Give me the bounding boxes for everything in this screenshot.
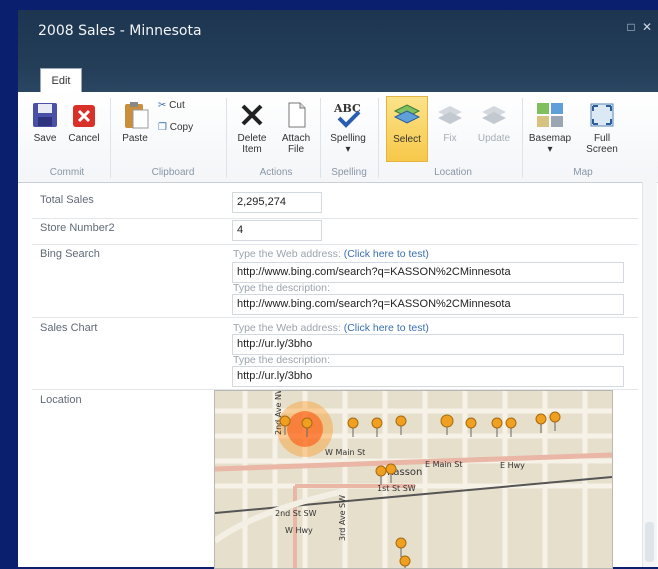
scrollbar-thumb[interactable] xyxy=(645,522,654,562)
window-controls: □ ✕ xyxy=(623,20,652,34)
bing-address-hint-text: Type the Web address: xyxy=(233,248,341,260)
tab-edit[interactable]: Edit xyxy=(40,68,82,93)
window-title: 2008 Sales - Minnesota xyxy=(38,23,202,39)
map-label-1st-st-sw: 1st St SW xyxy=(377,484,416,493)
group-label-actions: Actions xyxy=(259,167,293,178)
total-sales-input[interactable]: 2,295,274 xyxy=(232,192,322,213)
bing-url-input[interactable]: http://www.bing.com/search?q=KASSON%2CMi… xyxy=(232,262,624,283)
group-separator xyxy=(320,98,321,178)
store-number-label: Store Number2 xyxy=(40,222,115,234)
group-label-location: Location xyxy=(434,167,472,178)
group-label-clipboard: Clipboard xyxy=(151,167,195,178)
update-button[interactable]: Update xyxy=(472,100,516,144)
map-label-2nd-ave-nw: 2nd Ave NW xyxy=(274,391,283,435)
fix-label: Fix xyxy=(443,133,457,144)
map-label-w-main-st: W Main St xyxy=(325,448,365,457)
selection-highlight xyxy=(287,411,323,447)
bing-address-hint: Type the Web address: (Click here to tes… xyxy=(233,248,429,260)
row-divider xyxy=(32,317,638,318)
copy-button[interactable]: ❐ Copy xyxy=(158,122,193,133)
attach-label-line2: File xyxy=(287,144,305,155)
group-separator xyxy=(226,98,227,178)
save-button[interactable]: Save xyxy=(28,100,62,144)
basemap-button[interactable]: Basemap ▾ xyxy=(526,100,574,155)
attach-file-button[interactable]: Attach File xyxy=(276,100,316,155)
group-separator xyxy=(110,98,111,178)
select-label: Select xyxy=(393,134,421,145)
location-map[interactable]: Kasson 1st St SW 2nd St SW W Main St E M… xyxy=(214,390,613,569)
paste-icon xyxy=(120,100,150,130)
group-separator xyxy=(522,98,523,178)
sales-chart-description-input[interactable]: http://ur.ly/3bho xyxy=(232,366,624,387)
cancel-button[interactable]: Cancel xyxy=(64,100,104,144)
delete-item-button[interactable]: Delete Item xyxy=(232,100,272,155)
save-icon xyxy=(30,100,60,130)
row-divider xyxy=(32,218,638,219)
title-bar: 2008 Sales - Minnesota □ ✕ Edit xyxy=(18,10,658,93)
bing-search-label: Bing Search xyxy=(40,248,100,260)
select-button[interactable]: Select xyxy=(386,96,428,162)
map-label-3rd-ave-sw: 3rd Ave SW xyxy=(338,495,347,541)
spelling-button[interactable]: ABC Spelling ▾ xyxy=(324,100,372,155)
map-label-e-hwy: E Hwy xyxy=(500,461,525,470)
full-screen-label-line2: Screen xyxy=(586,144,618,155)
cancel-label: Cancel xyxy=(68,133,100,144)
spelling-label: Spelling xyxy=(330,133,366,144)
delete-icon xyxy=(237,100,267,130)
cut-label: Cut xyxy=(169,100,185,111)
delete-label-line2: Item xyxy=(242,144,262,155)
ribbon: Save Cancel Paste ✂ Cut ❐ Copy Delete It… xyxy=(18,92,658,183)
map-label-w-hwy: W Hwy xyxy=(285,526,313,535)
bing-description-input[interactable]: http://www.bing.com/search?q=KASSON%2CMi… xyxy=(232,294,624,315)
basemap-icon xyxy=(535,100,565,130)
bing-description-hint: Type the description: xyxy=(233,282,330,294)
map-label-2nd-st-sw: 2nd St SW xyxy=(275,509,317,518)
copy-icon: ❐ xyxy=(158,122,167,133)
attach-label-line1: Attach xyxy=(281,133,311,144)
store-number-input[interactable]: 4 xyxy=(232,220,322,241)
group-label-map: Map xyxy=(573,167,593,178)
bing-test-link[interactable]: (Click here to test) xyxy=(344,248,429,260)
paste-button[interactable]: Paste xyxy=(118,100,152,144)
sales-chart-test-link[interactable]: (Click here to test) xyxy=(344,322,429,334)
full-screen-button[interactable]: Full Screen xyxy=(582,100,622,155)
delete-label-line1: Delete xyxy=(237,133,267,144)
scissors-icon: ✂ xyxy=(158,100,167,111)
group-label-commit: Commit xyxy=(49,167,85,178)
group-separator xyxy=(378,98,379,178)
attach-file-icon xyxy=(281,100,311,130)
sales-chart-label: Sales Chart xyxy=(40,322,98,334)
select-map-icon xyxy=(392,101,422,131)
sales-chart-url-input[interactable]: http://ur.ly/3bho xyxy=(232,334,624,355)
spelling-check-icon: ABC xyxy=(333,100,363,130)
cancel-icon xyxy=(69,100,99,130)
group-label-spelling: Spelling xyxy=(331,167,367,178)
paste-label: Paste xyxy=(122,133,148,144)
fix-button[interactable]: Fix xyxy=(432,100,468,144)
update-icon xyxy=(479,100,509,130)
full-screen-label-line1: Full xyxy=(593,133,611,144)
close-icon[interactable]: ✕ xyxy=(642,20,652,34)
location-label: Location xyxy=(40,394,82,406)
sales-chart-address-hint-text: Type the Web address: xyxy=(233,322,341,334)
save-label: Save xyxy=(33,133,57,144)
update-label: Update xyxy=(477,133,511,144)
total-sales-label: Total Sales xyxy=(40,194,94,206)
sales-chart-address-hint: Type the Web address: (Click here to tes… xyxy=(233,322,429,334)
chevron-down-icon: ▾ xyxy=(547,144,553,155)
sales-chart-description-hint: Type the description: xyxy=(233,354,330,366)
vertical-scrollbar[interactable] xyxy=(642,182,657,567)
chevron-down-icon: ▾ xyxy=(345,144,351,155)
fix-icon xyxy=(435,100,465,130)
full-screen-icon xyxy=(587,100,617,130)
basemap-label: Basemap xyxy=(528,133,572,144)
maximize-icon[interactable]: □ xyxy=(627,20,634,34)
cut-button[interactable]: ✂ Cut xyxy=(158,100,185,111)
copy-label: Copy xyxy=(169,122,194,133)
row-divider xyxy=(32,244,638,245)
map-label-e-main-st: E Main St xyxy=(425,460,462,469)
map-canvas[interactable]: Kasson 1st St SW 2nd St SW W Main St E M… xyxy=(215,391,612,568)
